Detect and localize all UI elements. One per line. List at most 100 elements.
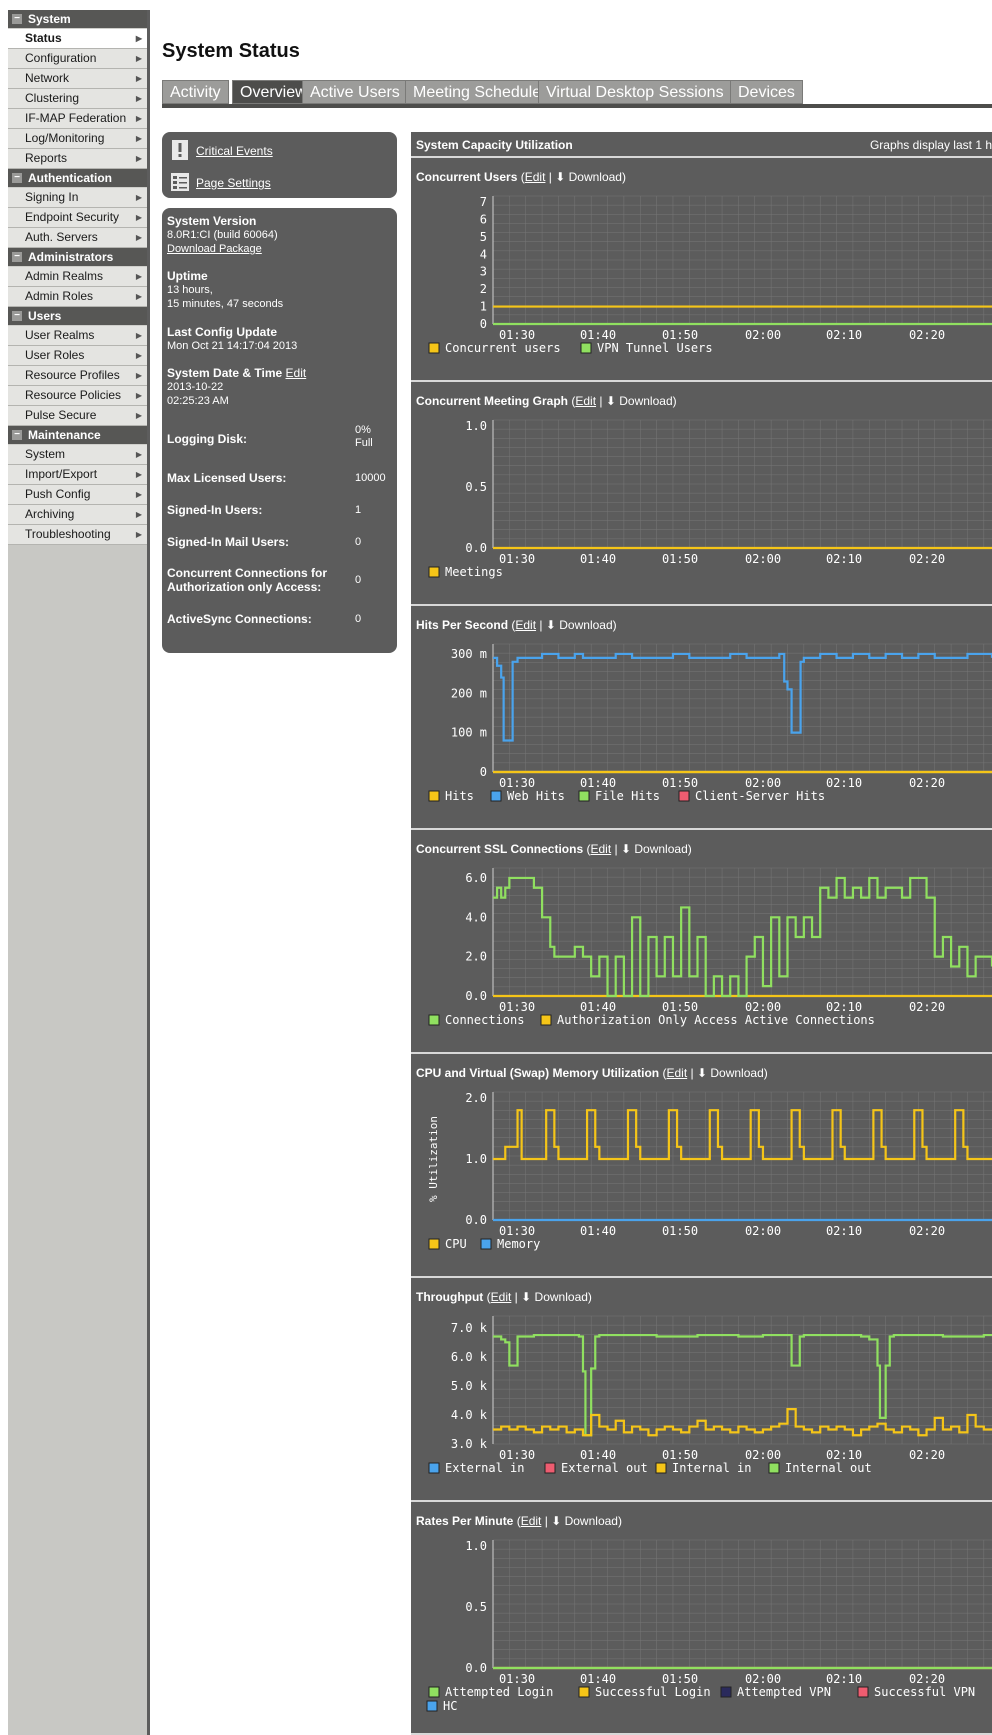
chart-edit-link[interactable]: Edit bbox=[575, 394, 596, 408]
sidebar-section-authentication[interactable]: − Authentication bbox=[8, 169, 147, 188]
chart-title: Concurrent Users bbox=[416, 170, 518, 184]
tab-activity[interactable]: Activity bbox=[162, 80, 229, 104]
sidebar-item-reports[interactable]: Reports ▶ bbox=[8, 149, 147, 169]
chart-download-link[interactable]: Download bbox=[535, 1290, 588, 1304]
x-tick-label: 02:00 bbox=[745, 1672, 781, 1686]
chart-title: Throughput bbox=[416, 1290, 484, 1304]
tab-meeting-schedule[interactable]: Meeting Schedule bbox=[405, 80, 550, 104]
x-tick-label: 01:40 bbox=[580, 1224, 616, 1238]
sidebar-item-pulse-secure[interactable]: Pulse Secure ▶ bbox=[8, 406, 147, 426]
y-tick-label: 6.0 bbox=[465, 871, 487, 885]
chart-edit-link[interactable]: Edit bbox=[515, 618, 536, 632]
x-tick-label: 02:10 bbox=[826, 1000, 862, 1014]
collapse-icon[interactable]: − bbox=[12, 14, 22, 24]
sidebar-item-label: Pulse Secure bbox=[25, 408, 97, 422]
chart-svg: 2.0 1.0 0.0 01:30 01:40 01:50 02:00 02:10 02:20%… bbox=[427, 1091, 992, 1251]
collapse-icon[interactable]: − bbox=[12, 173, 22, 183]
tab-virtual-desktop-sessions[interactable]: Virtual Desktop Sessions bbox=[538, 80, 732, 104]
sidebar-item-system[interactable]: System ▶ bbox=[8, 445, 147, 465]
chevron-right-icon: ▶ bbox=[135, 391, 142, 400]
chart-panel: 1.0 0.5 0.0 01:30 01:40 01:50 02:00 02:10 02:20 A… bbox=[411, 1502, 992, 1735]
sidebar-section-system[interactable]: − System bbox=[8, 10, 147, 29]
x-tick-label: 02:10 bbox=[826, 328, 862, 342]
sidebar-item-configuration[interactable]: Configuration ▶ bbox=[8, 49, 147, 69]
sidebar-item-label: Status bbox=[25, 31, 62, 45]
download-icon[interactable]: ⬇ bbox=[546, 618, 556, 632]
sidebar-item-admin-realms[interactable]: Admin Realms ▶ bbox=[8, 267, 147, 287]
y-tick-label: 2 bbox=[480, 282, 487, 296]
download-icon[interactable]: ⬇ bbox=[555, 170, 565, 184]
sidebar-item-resource-policies[interactable]: Resource Policies ▶ bbox=[8, 386, 147, 406]
sidebar-item-clustering[interactable]: Clustering ▶ bbox=[8, 89, 147, 109]
download-icon[interactable]: ⬇ bbox=[521, 1290, 531, 1304]
critical-events-link[interactable]: Critical Events bbox=[196, 144, 273, 158]
download-icon[interactable]: ⬇ bbox=[551, 1514, 561, 1528]
y-tick-label: 0.0 bbox=[465, 1661, 487, 1675]
x-tick-label: 01:40 bbox=[580, 776, 616, 790]
sidebar-item-label: User Realms bbox=[25, 328, 95, 342]
chart-title: Rates Per Minute bbox=[416, 1514, 514, 1528]
sidebar-item-network[interactable]: Network ▶ bbox=[8, 69, 147, 89]
chart-edit-link[interactable]: Edit bbox=[666, 1066, 687, 1080]
tab-devices[interactable]: Devices bbox=[730, 80, 803, 104]
chevron-right-icon: ▶ bbox=[135, 510, 142, 519]
sidebar-item-admin-roles[interactable]: Admin Roles ▶ bbox=[8, 287, 147, 307]
download-icon[interactable]: ⬇ bbox=[697, 1066, 707, 1080]
system-date-time-label: System Date & Time Edit bbox=[167, 366, 306, 380]
sidebar-item-signing-in[interactable]: Signing In ▶ bbox=[8, 188, 147, 208]
sidebar-item-troubleshooting[interactable]: Troubleshooting ▶ bbox=[8, 525, 147, 545]
legend-label: Memory bbox=[497, 1237, 540, 1251]
chart-title-row: Throughput (Edit | ⬇ Download) bbox=[416, 1290, 592, 1304]
page-settings-link[interactable]: Page Settings bbox=[196, 176, 271, 190]
chart-download-link[interactable]: Download bbox=[619, 394, 672, 408]
chevron-right-icon: ▶ bbox=[135, 450, 142, 459]
x-tick-label: 01:30 bbox=[499, 1672, 535, 1686]
sidebar-item-resource-profiles[interactable]: Resource Profiles ▶ bbox=[8, 366, 147, 386]
chart-download-link[interactable]: Download bbox=[559, 618, 612, 632]
legend-swatch bbox=[428, 566, 440, 578]
download-icon[interactable]: ⬇ bbox=[606, 394, 616, 408]
system-date-time-text: System Date & Time bbox=[167, 366, 283, 380]
y-tick-label: 1 bbox=[480, 300, 487, 314]
sidebar-item-status[interactable]: Status ▶ bbox=[8, 29, 147, 49]
sidebar-item-endpoint-security[interactable]: Endpoint Security ▶ bbox=[8, 208, 147, 228]
chart-download-link[interactable]: Download bbox=[634, 842, 687, 856]
chart-title-row: CPU and Virtual (Swap) Memory Utilizatio… bbox=[416, 1066, 768, 1080]
tab-active-users[interactable]: Active Users bbox=[302, 80, 408, 104]
chart-edit-link[interactable]: Edit bbox=[521, 1514, 542, 1528]
series-line bbox=[493, 1109, 992, 1161]
legend-label: CPU bbox=[445, 1237, 467, 1251]
chart-edit-link[interactable]: Edit bbox=[590, 842, 611, 856]
collapse-icon[interactable]: − bbox=[12, 430, 22, 440]
sidebar-item-log-monitoring[interactable]: Log/Monitoring ▶ bbox=[8, 129, 147, 149]
y-tick-label: 4.0 bbox=[465, 910, 487, 924]
download-icon[interactable]: ⬇ bbox=[621, 842, 631, 856]
sidebar-section-administrators[interactable]: − Administrators bbox=[8, 248, 147, 267]
x-tick-label: 02:10 bbox=[826, 1672, 862, 1686]
download-package-link[interactable]: Download Package bbox=[167, 242, 262, 256]
sidebar-section-maintenance[interactable]: − Maintenance bbox=[8, 426, 147, 445]
y-tick-label: 1.0 bbox=[465, 1539, 487, 1553]
legend-label: VPN Tunnel Users bbox=[597, 341, 713, 355]
sidebar-item-if-map-federation[interactable]: IF-MAP Federation ▶ bbox=[8, 109, 147, 129]
x-tick-label: 01:40 bbox=[580, 1448, 616, 1462]
chart-download-link[interactable]: Download bbox=[710, 1066, 763, 1080]
sidebar-section-label: Maintenance bbox=[28, 428, 101, 442]
chart-edit-link[interactable]: Edit bbox=[491, 1290, 512, 1304]
sidebar-item-import-export[interactable]: Import/Export ▶ bbox=[8, 465, 147, 485]
edit-date-time-link[interactable]: Edit bbox=[286, 366, 307, 380]
collapse-icon[interactable]: − bbox=[12, 252, 22, 262]
chart-edit-link[interactable]: Edit bbox=[525, 170, 546, 184]
x-tick-label: 02:00 bbox=[745, 1000, 781, 1014]
sidebar-item-auth-servers[interactable]: Auth. Servers ▶ bbox=[8, 228, 147, 248]
sidebar-item-user-roles[interactable]: User Roles ▶ bbox=[8, 346, 147, 366]
collapse-icon[interactable]: − bbox=[12, 311, 22, 321]
chart-download-link[interactable]: Download bbox=[565, 1514, 618, 1528]
sidebar-item-push-config[interactable]: Push Config ▶ bbox=[8, 485, 147, 505]
uptime-label: Uptime bbox=[167, 269, 208, 283]
chart-download-link[interactable]: Download bbox=[569, 170, 622, 184]
sidebar-section-users[interactable]: − Users bbox=[8, 307, 147, 326]
sidebar-item-archiving[interactable]: Archiving ▶ bbox=[8, 505, 147, 525]
sidebar-item-user-realms[interactable]: User Realms ▶ bbox=[8, 326, 147, 346]
chevron-right-icon: ▶ bbox=[135, 411, 142, 420]
